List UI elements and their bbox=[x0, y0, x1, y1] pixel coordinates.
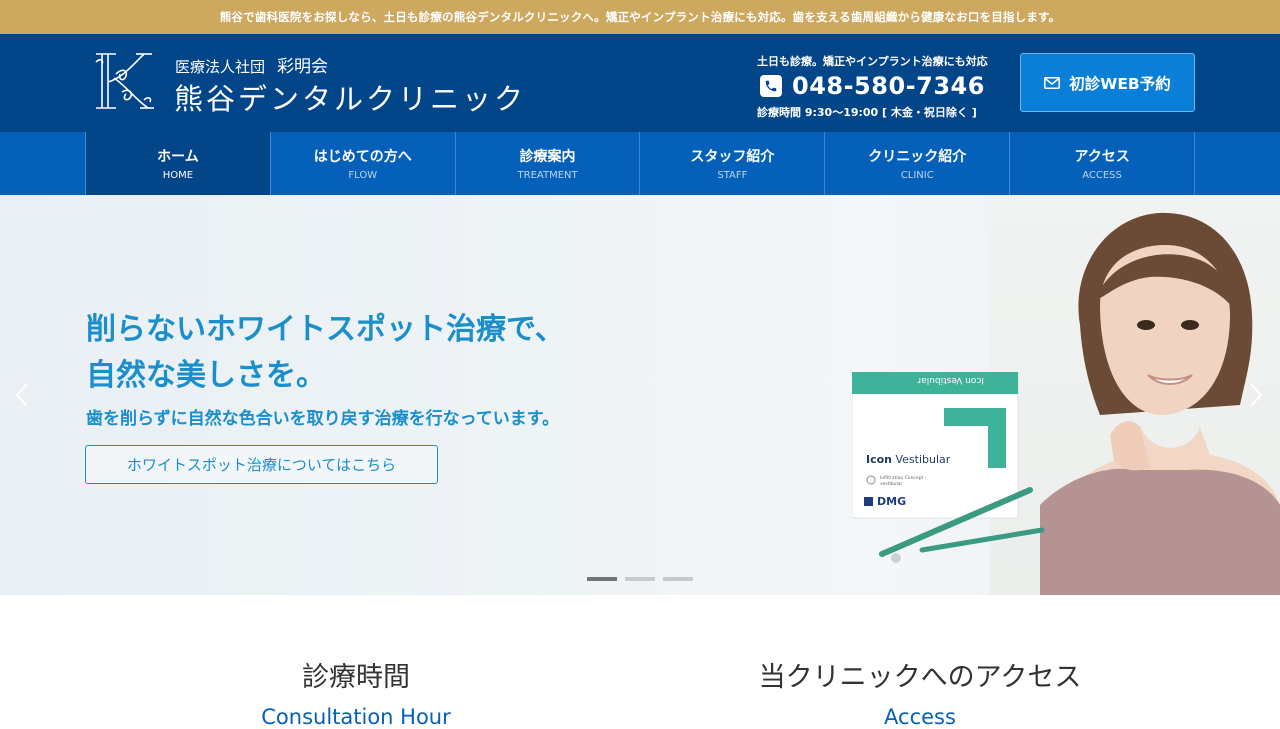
corporation-name: 医療法人社団 彩明会 bbox=[175, 52, 328, 77]
office-hours: 診療時間 9:30〜19:00 [ 木金・祝日除く ] bbox=[757, 106, 977, 119]
nav-item-staff[interactable]: スタッフ紹介 STAFF bbox=[640, 132, 826, 195]
hours-section-subtitle: Consultation Hour bbox=[261, 705, 451, 729]
access-section-subtitle: Access bbox=[884, 705, 956, 729]
product-image: Icon Vestibular Icon Vestibular Infiltra… bbox=[851, 371, 1045, 563]
slider-pagination bbox=[587, 577, 693, 581]
nav-item-flow[interactable]: はじめての方へ FLOW bbox=[271, 132, 456, 195]
slider-dot[interactable] bbox=[625, 577, 655, 581]
hero-cta-label: ホワイトスポット治療についてはこちら bbox=[126, 456, 397, 474]
product-brand-rest: Vestibular bbox=[892, 453, 951, 466]
nav-sublabel: CLINIC bbox=[900, 170, 934, 181]
phone-icon bbox=[760, 75, 782, 97]
nav-item-treatment[interactable]: 診療案内 TREATMENT bbox=[456, 132, 641, 195]
nav-label: ホーム bbox=[157, 149, 199, 165]
product-maker: DMG bbox=[877, 495, 906, 508]
slider-dot[interactable] bbox=[663, 577, 693, 581]
nav-sublabel: TREATMENT bbox=[517, 170, 578, 181]
hero-cta-button[interactable]: ホワイトスポット治療についてはこちら bbox=[85, 445, 438, 484]
phone-row[interactable]: 048-580-7346 bbox=[757, 72, 1002, 100]
info-section: 診療時間 Consultation Hour 当クリニックへのアクセス Acce… bbox=[0, 595, 1280, 729]
nav-item-access[interactable]: アクセス ACCESS bbox=[1010, 132, 1195, 195]
nav-sublabel: ACCESS bbox=[1082, 170, 1122, 181]
product-brand-top: Icon Vestibular bbox=[917, 375, 984, 385]
hero-headline-line2: 自然な美しさを。 bbox=[86, 358, 326, 393]
slider-next-arrow-icon[interactable] bbox=[1244, 380, 1268, 410]
product-caption-2: vestibular bbox=[880, 481, 903, 487]
announcement-text: 熊谷で歯科医院をお探しなら、土日も診療の熊谷デンタルクリニックへ。矯正やインプラ… bbox=[219, 10, 1061, 24]
main-navigation: ホーム HOME はじめての方へ FLOW 診療案内 TREATMENT スタッ… bbox=[0, 132, 1280, 195]
nav-sublabel: FLOW bbox=[348, 170, 378, 181]
nav-label: 診療案内 bbox=[519, 149, 576, 165]
product-caption-1: Infiltration Concept - bbox=[880, 475, 927, 481]
corporation-title: 彩明会 bbox=[277, 57, 329, 77]
nav-label: はじめての方へ bbox=[313, 149, 412, 165]
web-reservation-button[interactable]: 初診WEB予約 bbox=[1020, 53, 1195, 112]
hero-headline-line1: 削らないホワイトスポット治療で、 bbox=[86, 312, 565, 347]
corporation-prefix: 医療法人社団 bbox=[175, 58, 266, 76]
nav-item-clinic[interactable]: クリニック紹介 CLINIC bbox=[825, 132, 1011, 195]
contact-block: 土日も診療。矯正やインプラント治療にも対応 048-580-7346 診療時間 … bbox=[757, 53, 1002, 120]
nav-item-home[interactable]: ホーム HOME bbox=[86, 132, 271, 195]
slider-prev-arrow-icon[interactable] bbox=[10, 380, 34, 410]
hero-slider: Icon Vestibular Icon Vestibular Infiltra… bbox=[0, 195, 1280, 595]
nav-label: クリニック紹介 bbox=[868, 149, 967, 165]
nav-sublabel: HOME bbox=[162, 170, 194, 181]
phone-number[interactable]: 048-580-7346 bbox=[792, 72, 985, 100]
hero-headline: 削らないホワイトスポット治療で、 自然な美しさを。 bbox=[86, 307, 565, 399]
hours-section-title: 診療時間 bbox=[302, 662, 410, 693]
clinic-name[interactable]: 熊谷デンタルクリニック bbox=[174, 76, 526, 118]
web-reservation-label: 初診WEB予約 bbox=[1069, 74, 1171, 93]
svg-text:Icon Vestibular: Icon Vestibular bbox=[866, 453, 951, 466]
nav-sublabel: STAFF bbox=[717, 170, 748, 181]
top-announcement-bar: 熊谷で歯科医院をお探しなら、土日も診療の熊谷デンタルクリニックへ。矯正やインプラ… bbox=[0, 0, 1280, 34]
nav-label: アクセス bbox=[1074, 149, 1130, 165]
product-brand-bold: Icon bbox=[866, 453, 892, 466]
contact-note: 土日も診療。矯正やインプラント治療にも対応 bbox=[757, 55, 988, 68]
nav-label: スタッフ紹介 bbox=[690, 149, 775, 165]
mail-icon bbox=[1044, 76, 1061, 89]
hero-subtitle: 歯を削らずに自然な色合いを取り戻す治療を行なっています。 bbox=[86, 409, 560, 429]
access-section-title: 当クリニックへのアクセス bbox=[758, 662, 1082, 693]
site-header: 医療法人社団 彩明会 熊谷デンタルクリニック 土日も診療。矯正やインプラント治療に… bbox=[0, 34, 1280, 132]
clinic-logo-icon[interactable] bbox=[92, 48, 156, 114]
slider-dot[interactable] bbox=[587, 577, 617, 581]
